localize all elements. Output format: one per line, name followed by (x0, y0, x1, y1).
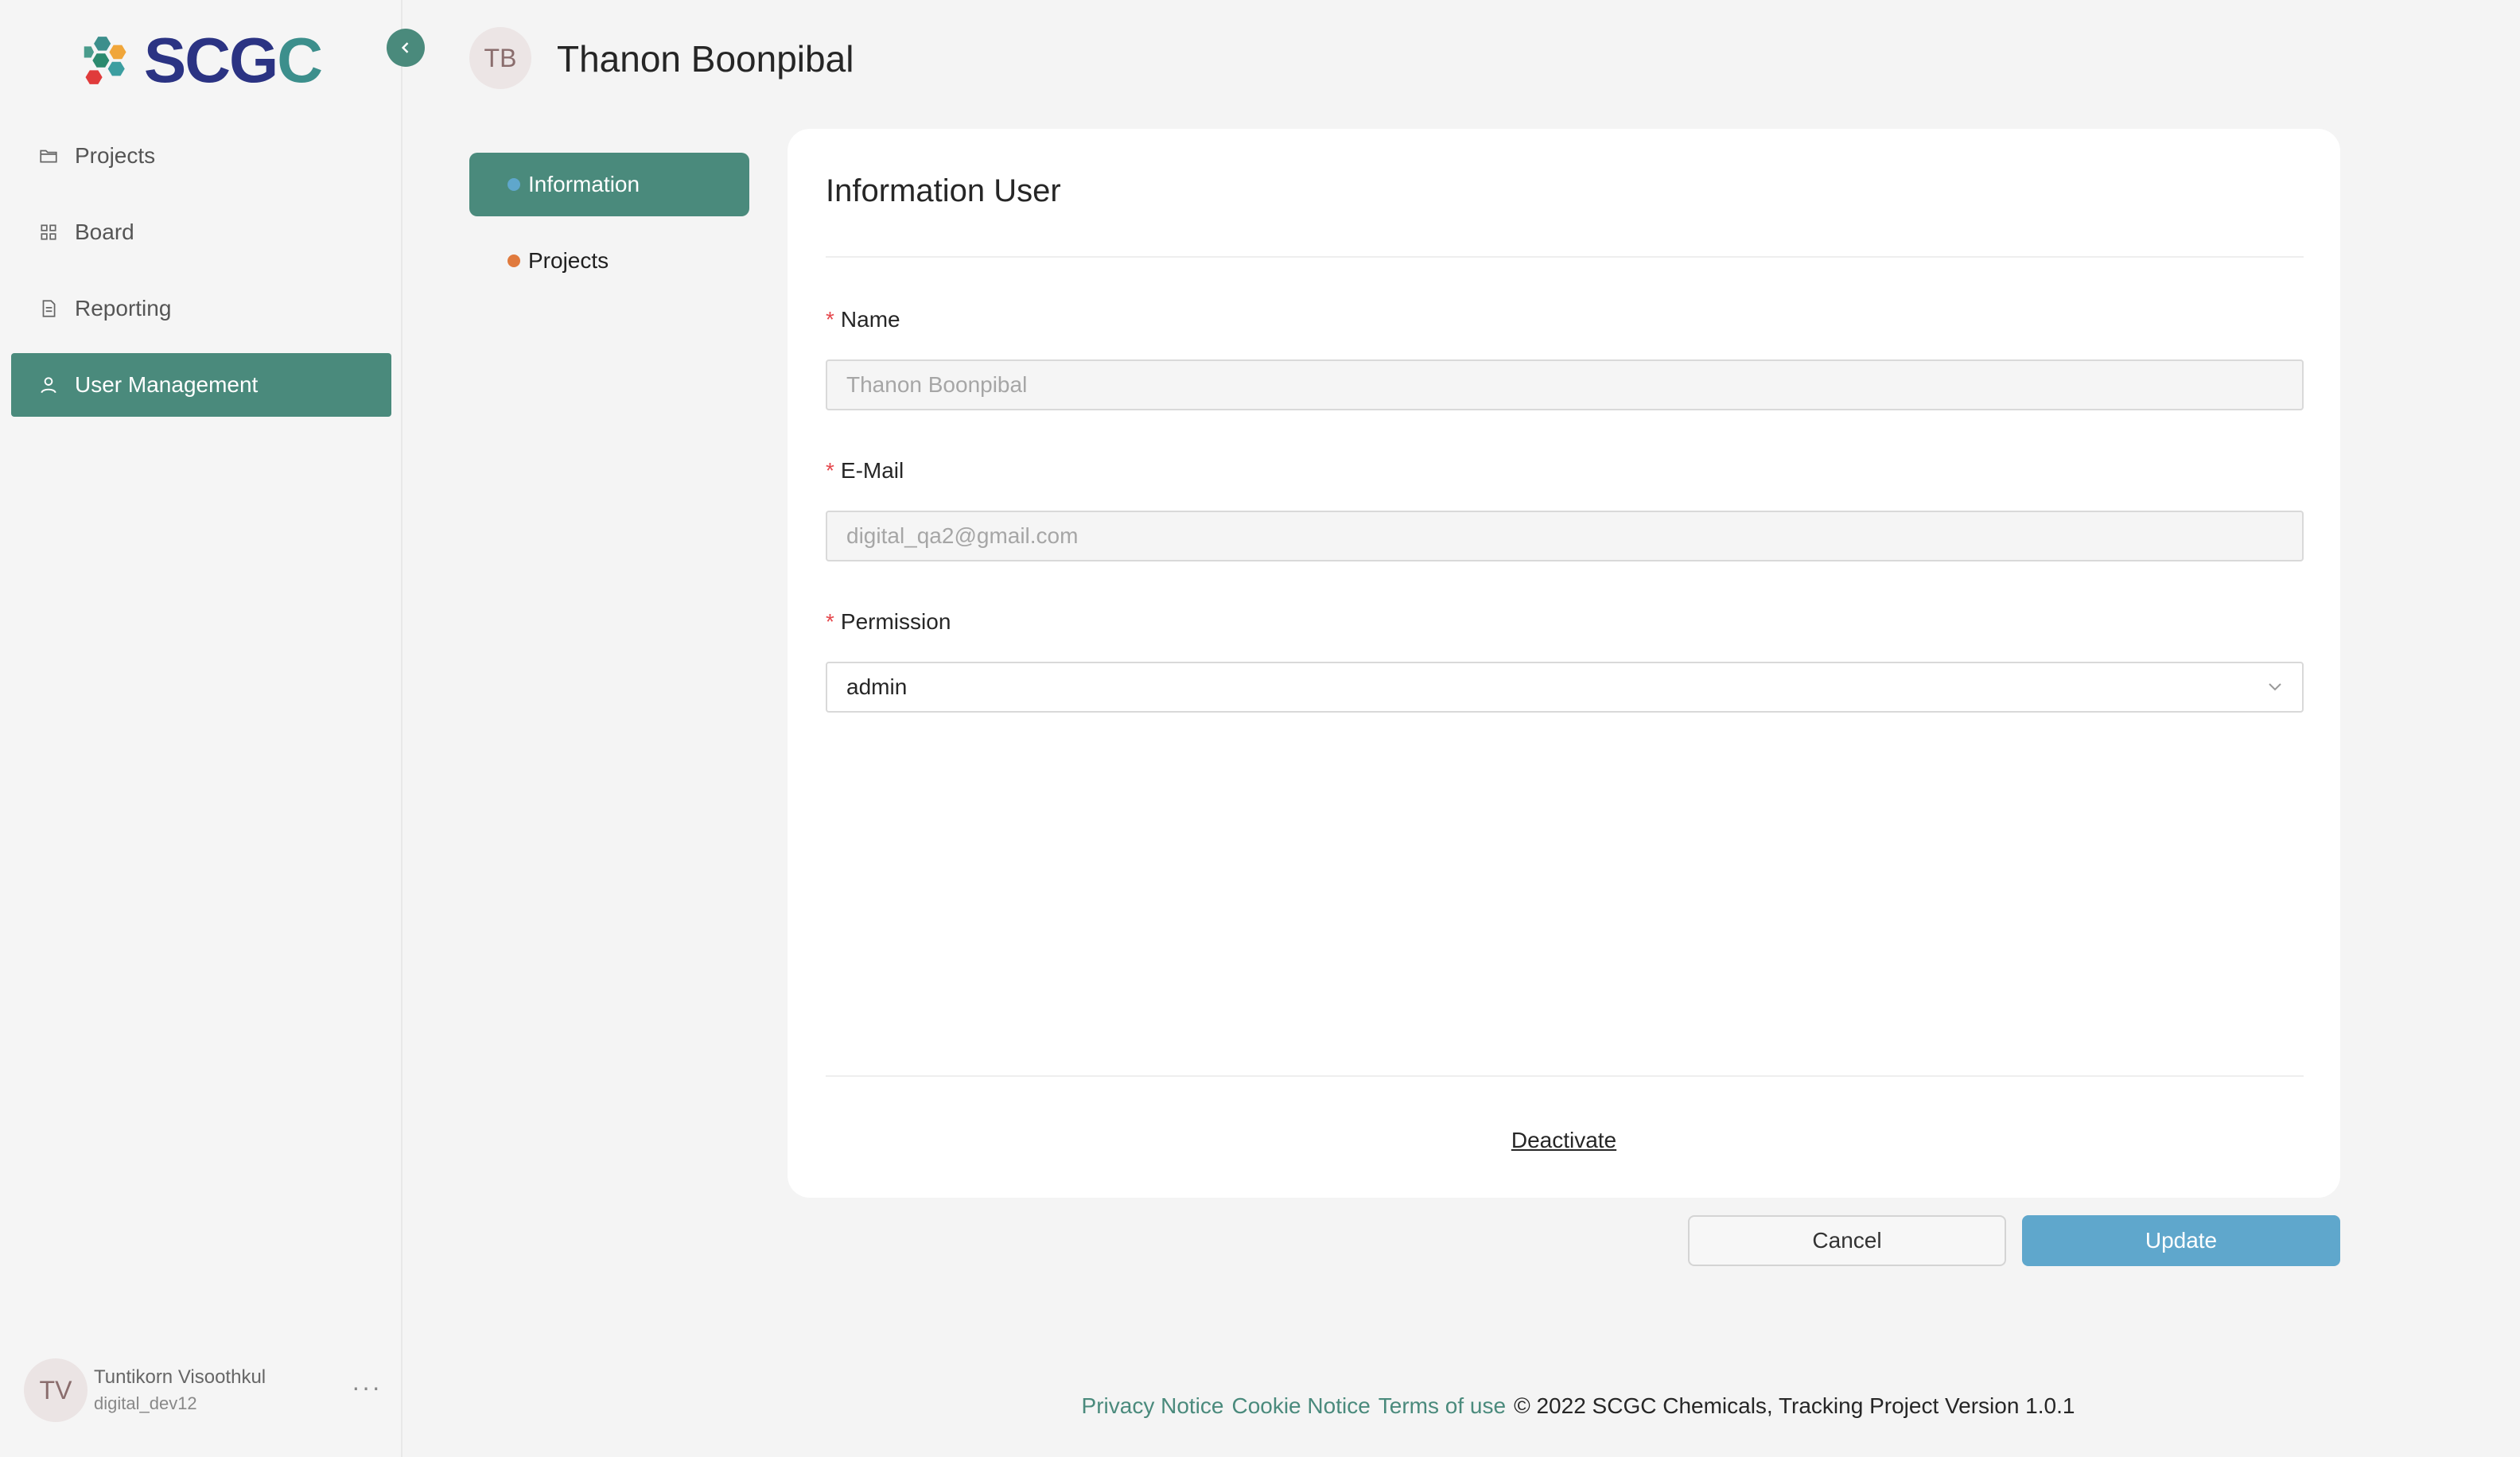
avatar: TB (469, 27, 531, 89)
required-mark: * (826, 609, 834, 634)
sidebar-nav: Projects Board Reporting User Management (11, 124, 391, 429)
user-name: Tuntikorn Visoothkul (94, 1366, 266, 1388)
update-button[interactable]: Update (2022, 1215, 2340, 1266)
information-card: Information User * Name Thanon Boonpibal … (788, 129, 2340, 1198)
email-field[interactable]: digital_qa2@gmail.com (826, 511, 2304, 561)
footer: Privacy Notice Cookie Notice Terms of use ©… (0, 1393, 2520, 1419)
copyright-text: © 2022 SCGC Chemicals, Tracking Project … (1514, 1393, 2075, 1418)
privacy-notice-link[interactable]: Privacy Notice (1082, 1393, 1224, 1418)
name-field[interactable]: Thanon Boonpibal (826, 359, 2304, 410)
permission-select[interactable]: admin (826, 662, 2304, 713)
grid-icon (37, 220, 60, 244)
user-icon (37, 373, 60, 397)
sidebar-item-user-management[interactable]: User Management (11, 353, 391, 417)
permission-label: * Permission (826, 609, 951, 634)
sidebar-item-label: Board (75, 220, 134, 244)
deactivate-link: Deactivate (1511, 1128, 1617, 1152)
sidebar-item-projects[interactable]: Projects (11, 124, 391, 188)
tab-label: Projects (528, 248, 609, 273)
tab-label: Information (528, 172, 640, 196)
user-subnav: Information Projects (469, 153, 749, 305)
terms-of-use-link[interactable]: Terms of use (1379, 1393, 1506, 1418)
logo-text-main: SCG (143, 25, 278, 95)
folder-icon (37, 144, 60, 168)
sidebar-item-reporting[interactable]: Reporting (11, 277, 391, 340)
scgc-logo[interactable]: SCGC (83, 29, 323, 92)
sidebar: SCGC Projects Board Reporting User Manag… (0, 0, 402, 1457)
name-label: * Name (826, 307, 900, 332)
collapse-sidebar-button[interactable] (387, 29, 425, 67)
sidebar-item-board[interactable]: Board (11, 200, 391, 264)
cancel-button[interactable]: Cancel (1688, 1215, 2006, 1266)
chevron-down-icon (2269, 683, 2281, 691)
permission-value: admin (846, 674, 908, 699)
chevron-left-icon (401, 42, 409, 53)
sidebar-item-label: User Management (75, 372, 259, 397)
divider (826, 256, 2304, 258)
logo-text-accent: C (277, 25, 323, 95)
card-title: Information User (826, 173, 1061, 208)
tab-projects[interactable]: Projects (469, 229, 749, 293)
required-mark: * (826, 307, 834, 332)
required-mark: * (826, 458, 834, 483)
sidebar-item-label: Reporting (75, 296, 172, 321)
page-title: Thanon Boonpibal (557, 38, 854, 80)
email-label: * E-Mail (826, 458, 904, 483)
sidebar-item-label: Projects (75, 143, 156, 168)
status-dot-icon (508, 254, 520, 267)
status-dot-icon (508, 178, 520, 191)
cookie-notice-link[interactable]: Cookie Notice (1231, 1393, 1370, 1418)
tab-information[interactable]: Information (469, 153, 749, 216)
logo-mark-icon (84, 37, 126, 84)
document-icon (37, 297, 60, 321)
divider (826, 1075, 2304, 1077)
